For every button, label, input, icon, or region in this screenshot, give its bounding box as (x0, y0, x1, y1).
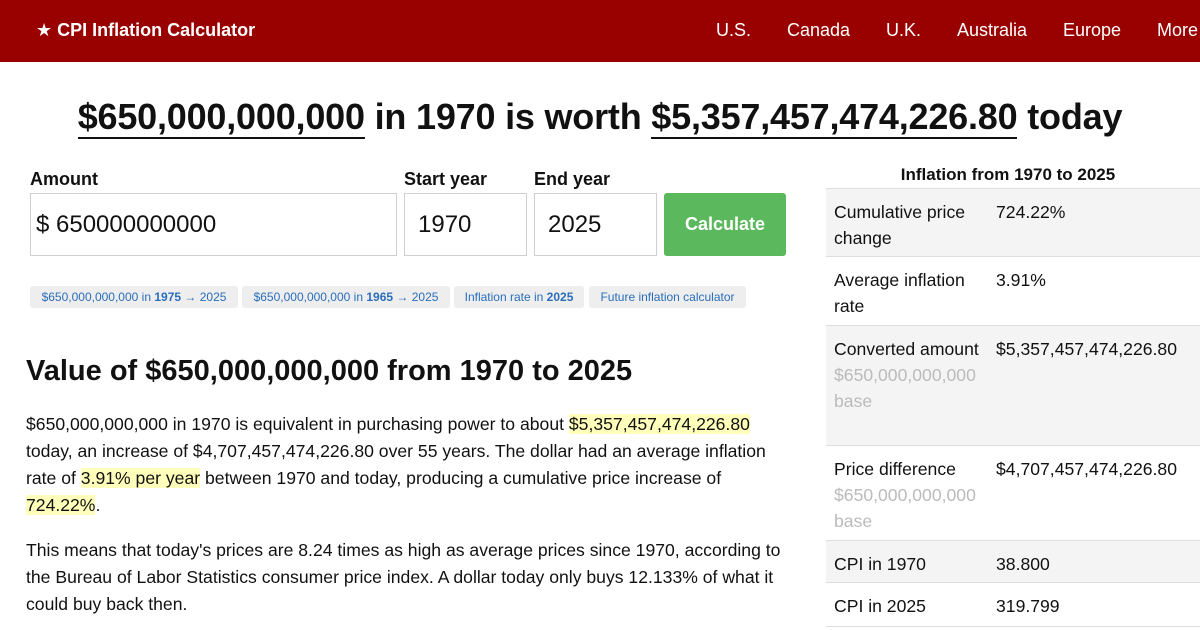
row-value: 3.91% (996, 270, 1046, 290)
row-label-text: Converted amount (834, 339, 979, 359)
headline-end: today (1017, 96, 1123, 137)
row-value: $5,357,457,474,226.80 (996, 339, 1177, 359)
table-row: Price difference $650,000,000,000 base $4… (826, 445, 1200, 540)
main-nav: U.S. Canada U.K. Australia Europe More (0, 20, 1200, 44)
page-title: $650,000,000,000 in 1970 is worth $5,357… (0, 96, 1200, 139)
table-row: CPI in 1970 38.800 (826, 540, 1200, 582)
row-sublabel: $650,000,000,000 base (834, 485, 976, 531)
chip-text: $650,000,000,000 in (253, 290, 367, 304)
section-heading: Value of $650,000,000,000 from 1970 to 2… (26, 355, 633, 387)
row-value: $4,707,457,474,226.80 (996, 459, 1177, 479)
table-row: Average inflation rate 3.91% (826, 256, 1200, 324)
chip-year: 1975 (154, 290, 182, 304)
highlight-converted-amount: $5,357,457,474,226.80 (568, 414, 750, 434)
row-label-text: Price difference (834, 459, 956, 479)
row-label: CPI in 1970 (834, 554, 926, 574)
start-year-input[interactable]: 1970 (404, 193, 527, 256)
chip-year: 1965 (366, 290, 394, 304)
row-label: CPI in 2025 (834, 596, 926, 616)
nav-item-europe[interactable]: Europe (1063, 20, 1121, 41)
row-value: 724.22% (996, 202, 1066, 222)
nav-item-australia[interactable]: Australia (957, 20, 1027, 41)
row-value: 319.799 (996, 596, 1060, 616)
end-year-label: End year (534, 169, 611, 189)
row-label: Converted amount $650,000,000,000 base (834, 336, 984, 414)
chip-link-1975[interactable]: $650,000,000,000 in 1975 → 2025 (30, 286, 238, 308)
explanation-paragraph: This means that today's prices are 8.24 … (26, 540, 781, 614)
chip-text: → 2025 (181, 290, 227, 304)
summary-paragraph: $650,000,000,000 in 1970 is equivalent i… (26, 411, 796, 519)
nav-item-more[interactable]: More (1157, 20, 1198, 41)
table-row: Converted amount $650,000,000,000 base $5… (826, 325, 1200, 445)
calculate-button[interactable]: Calculate (664, 193, 786, 256)
top-nav-bar: ★ CPI Inflation Calculator U.S. Canada U… (0, 0, 1200, 62)
chip-link-future-calculator[interactable]: Future inflation calculator (589, 286, 746, 308)
table-row: Cumulative price change 724.22% (826, 188, 1200, 256)
amount-label: Amount (30, 169, 98, 189)
row-label: Cumulative price change (834, 202, 966, 248)
summary-text: $650,000,000,000 in 1970 is equivalent i… (26, 414, 569, 434)
row-label: Average inflation rate (834, 270, 965, 316)
row-label: Price difference $650,000,000,000 base (834, 456, 984, 534)
nav-item-us[interactable]: U.S. (716, 20, 751, 41)
highlight-cumulative-change: 724.22% (26, 495, 96, 515)
amount-input[interactable]: $ 650000000000 (30, 193, 397, 256)
chip-text: → 2025 (393, 290, 439, 304)
table-row: CPI in 2025 319.799 (826, 582, 1200, 627)
row-value: 38.800 (996, 554, 1050, 574)
headline-amount: $650,000,000,000 (77, 96, 365, 139)
headline-mid: in 1970 is worth (364, 96, 652, 137)
row-sublabel: $650,000,000,000 base (834, 365, 976, 411)
chip-text: $650,000,000,000 in (41, 290, 155, 304)
chip-year: 2025 (546, 290, 574, 304)
chip-text: Inflation rate in (464, 290, 547, 304)
nav-item-canada[interactable]: Canada (787, 20, 850, 41)
highlight-average-rate: 3.91% per year (80, 468, 201, 488)
nav-item-uk[interactable]: U.K. (886, 20, 921, 41)
chip-link-inflation-rate[interactable]: Inflation rate in 2025 (454, 286, 584, 308)
headline-result: $5,357,457,474,226.80 (651, 96, 1018, 139)
summary-text: between 1970 and today, producing a cumu… (200, 468, 722, 488)
start-year-label: Start year (404, 169, 488, 189)
end-year-input[interactable]: 2025 (534, 193, 657, 256)
chip-link-1965[interactable]: $650,000,000,000 in 1965 → 2025 (242, 286, 450, 308)
summary-text: . (95, 495, 101, 515)
chip-text: Future inflation calculator (600, 290, 735, 304)
table-title: Inflation from 1970 to 2025 (900, 165, 1116, 184)
